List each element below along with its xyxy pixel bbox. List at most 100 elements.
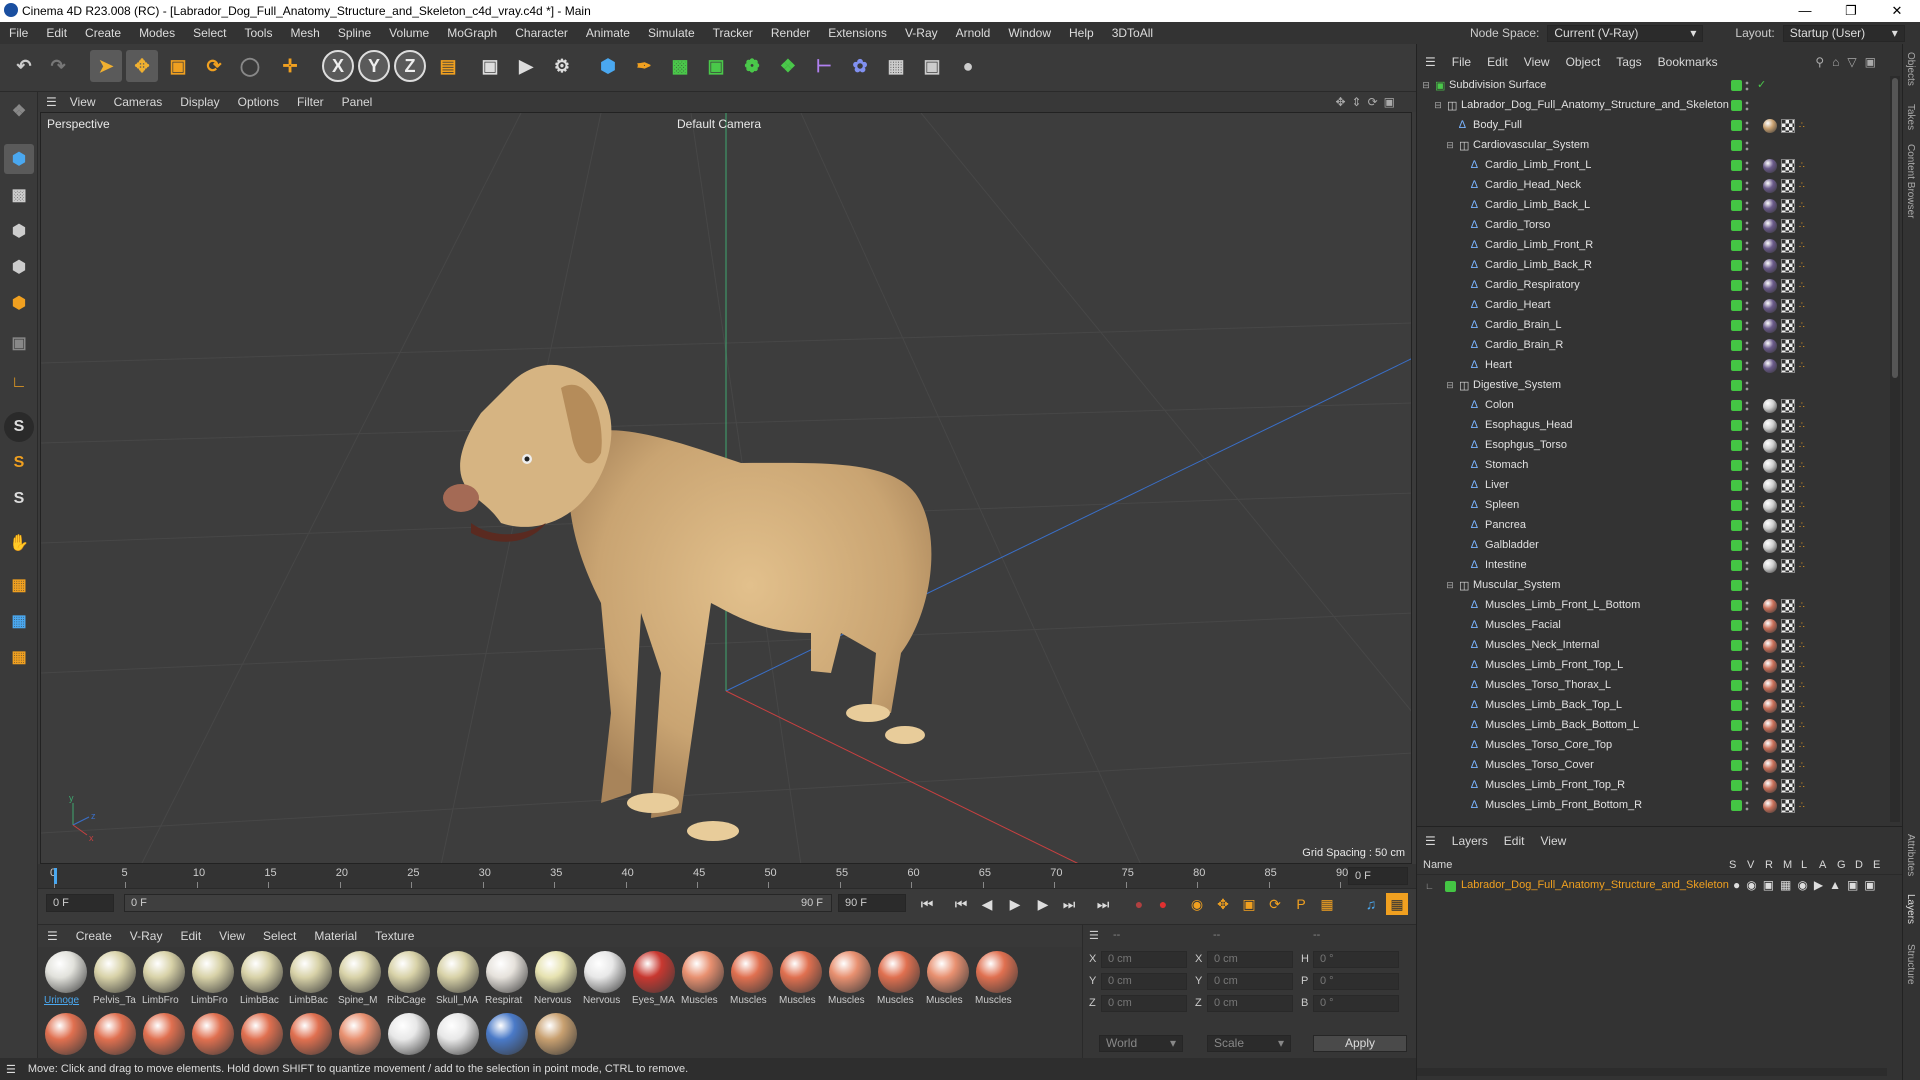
layer-scrollbar[interactable]: [1417, 1068, 1887, 1076]
object-name[interactable]: Muscles_Neck_Internal: [1485, 639, 1599, 651]
object-name[interactable]: Esophagus_Head: [1485, 419, 1572, 431]
layer-color-indicator[interactable]: [1731, 640, 1742, 651]
layer-color-indicator[interactable]: [1731, 720, 1742, 731]
layer-menu-edit[interactable]: Edit: [1496, 834, 1533, 848]
vertex-map-tag-icon[interactable]: ∴: [1799, 700, 1809, 710]
texture-tag-icon[interactable]: [1781, 599, 1795, 613]
key-position-icon[interactable]: ✥: [1212, 893, 1234, 915]
start-frame-field[interactable]: 0 F: [46, 894, 114, 912]
coord-value-field[interactable]: 0 cm: [1101, 951, 1187, 968]
coord-value-field[interactable]: 0 °: [1313, 951, 1399, 968]
vertex-map-tag-icon[interactable]: ∴: [1799, 760, 1809, 770]
timeline-ruler[interactable]: 051015202530354045505560657075808590 0 F: [38, 864, 1416, 888]
hamburger-icon[interactable]: ☰: [1417, 55, 1444, 69]
object-name[interactable]: Cardio_Limb_Back_L: [1485, 199, 1590, 211]
visibility-dots-icon[interactable]: [1745, 400, 1749, 412]
object-name[interactable]: Stomach: [1485, 459, 1528, 471]
visibility-dots-icon[interactable]: [1745, 440, 1749, 452]
menu-mograph[interactable]: MoGraph: [438, 26, 506, 40]
material-tag-icon[interactable]: [1763, 519, 1777, 533]
menu-file[interactable]: File: [0, 26, 37, 40]
object-row[interactable]: ∆ Muscles_Limb_Back_Top_L ∴: [1417, 696, 1887, 716]
visibility-dots-icon[interactable]: [1745, 620, 1749, 632]
material-tag-icon[interactable]: [1763, 219, 1777, 233]
vertex-map-tag-icon[interactable]: ∴: [1799, 500, 1809, 510]
viewport-camera-label[interactable]: Default Camera: [677, 117, 761, 131]
texture-tag-icon[interactable]: [1781, 239, 1795, 253]
object-row[interactable]: ∆ Cardio_Torso ∴: [1417, 216, 1887, 236]
pen-spline-icon[interactable]: ✒: [628, 50, 660, 82]
layer-color-indicator[interactable]: [1731, 520, 1742, 531]
layer-color-indicator[interactable]: [1731, 540, 1742, 551]
visibility-dots-icon[interactable]: [1745, 760, 1749, 772]
object-row[interactable]: ⊟ ◫ Muscular_System: [1417, 576, 1887, 596]
vertex-map-tag-icon[interactable]: ∴: [1799, 280, 1809, 290]
visibility-dots-icon[interactable]: [1745, 420, 1749, 432]
layer-color-indicator[interactable]: [1731, 260, 1742, 271]
material-tag-icon[interactable]: [1763, 619, 1777, 633]
timeline-mode-icon[interactable]: ▦: [1386, 893, 1408, 915]
floor-icon[interactable]: ▦: [880, 50, 912, 82]
viewport-nav-icons[interactable]: ✥⇕⟳▣: [1326, 95, 1410, 109]
rotate-tool-icon[interactable]: ⟳: [198, 50, 230, 82]
material-swatch[interactable]: Pelvis_Ta: [91, 949, 139, 1007]
field-icon[interactable]: ✿: [844, 50, 876, 82]
visibility-dots-icon[interactable]: [1745, 700, 1749, 712]
material-swatch[interactable]: RibCage: [385, 949, 433, 1007]
visibility-dots-icon[interactable]: [1745, 560, 1749, 572]
object-name[interactable]: Cardio_Head_Neck: [1485, 179, 1581, 191]
object-name[interactable]: Spleen: [1485, 499, 1519, 511]
grid-icon[interactable]: ▦: [4, 606, 34, 636]
texture-tag-icon[interactable]: [1781, 219, 1795, 233]
visibility-dots-icon[interactable]: [1745, 120, 1749, 132]
hamburger-icon[interactable]: ☰: [38, 929, 67, 943]
visibility-dots-icon[interactable]: [1745, 800, 1749, 812]
texture-tag-icon[interactable]: [1781, 759, 1795, 773]
vertex-map-tag-icon[interactable]: ∴: [1799, 120, 1809, 130]
texture-tag-icon[interactable]: [1781, 299, 1795, 313]
object-name[interactable]: Cardio_Respiratory: [1485, 279, 1580, 291]
key-pla-icon[interactable]: ▦: [1316, 893, 1338, 915]
layer-color-indicator[interactable]: [1731, 700, 1742, 711]
visibility-dots-icon[interactable]: [1745, 780, 1749, 792]
material-swatch[interactable]: Muscles: [973, 949, 1021, 1007]
hamburger-icon[interactable]: ☰: [0, 1063, 28, 1076]
coord-value-field[interactable]: 0 °: [1313, 973, 1399, 990]
visibility-dots-icon[interactable]: [1745, 500, 1749, 512]
object-name[interactable]: Muscles_Facial: [1485, 619, 1561, 631]
layer-color-indicator[interactable]: [1731, 240, 1742, 251]
texture-tag-icon[interactable]: [1781, 339, 1795, 353]
layer-color-indicator[interactable]: [1731, 140, 1742, 151]
material-swatch[interactable]: LimbBac: [238, 949, 286, 1007]
layer-color-indicator[interactable]: [1731, 560, 1742, 571]
layer-flags[interactable]: ●◉▣▦◉▶▲▣▣: [1733, 878, 1882, 892]
record-icon[interactable]: ●: [1128, 893, 1150, 915]
object-name[interactable]: Pancrea: [1485, 519, 1526, 531]
material-tag-icon[interactable]: [1763, 539, 1777, 553]
obj-menu-edit[interactable]: Edit: [1479, 55, 1516, 69]
points-mode-icon[interactable]: ⬢: [4, 216, 34, 246]
object-row[interactable]: ∆ Cardio_Brain_L ∴: [1417, 316, 1887, 336]
maximize-icon[interactable]: ❐: [1828, 0, 1874, 22]
goto-end-icon[interactable]: ⏭: [1092, 893, 1114, 915]
texture-tag-icon[interactable]: [1781, 179, 1795, 193]
layer-color-indicator[interactable]: [1731, 500, 1742, 511]
material-swatch[interactable]: Muscles: [924, 949, 972, 1007]
visibility-dots-icon[interactable]: [1745, 200, 1749, 212]
material-swatch[interactable]: Spine_M: [336, 949, 384, 1007]
vertex-map-tag-icon[interactable]: ∴: [1799, 620, 1809, 630]
vertex-map-tag-icon[interactable]: ∴: [1799, 360, 1809, 370]
mat-menu-material[interactable]: Material: [305, 929, 366, 943]
texture-tag-icon[interactable]: [1781, 479, 1795, 493]
material-tag-icon[interactable]: [1763, 339, 1777, 353]
texture-tag-icon[interactable]: [1781, 159, 1795, 173]
vertex-map-tag-icon[interactable]: ∴: [1799, 740, 1809, 750]
visibility-dots-icon[interactable]: [1745, 640, 1749, 652]
coord-value-field[interactable]: 0 °: [1313, 995, 1399, 1012]
node-space-select[interactable]: Current (V-Ray) ▾: [1547, 24, 1704, 42]
render-settings-icon[interactable]: ⚙: [546, 50, 578, 82]
visibility-dots-icon[interactable]: [1745, 360, 1749, 372]
visibility-dots-icon[interactable]: [1745, 180, 1749, 192]
layer-color-indicator[interactable]: [1731, 180, 1742, 191]
layer-menu-layers[interactable]: Layers: [1444, 834, 1496, 848]
